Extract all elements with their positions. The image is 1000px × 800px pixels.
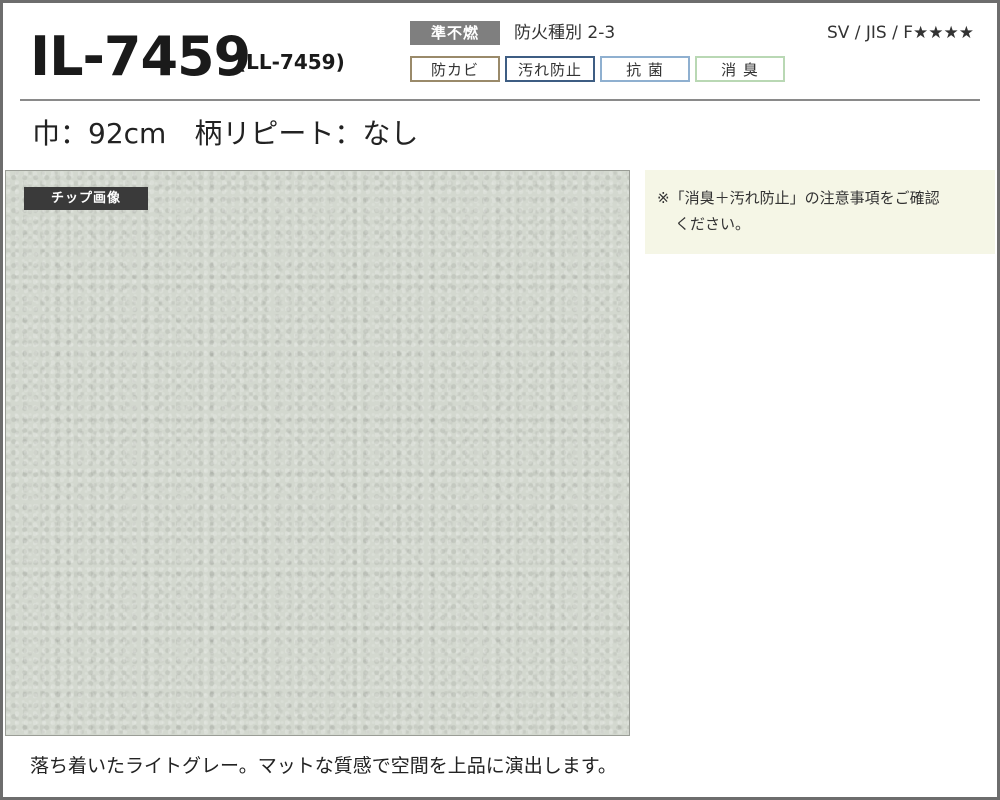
feature-tag-antibacterial: 抗 菌	[600, 56, 690, 82]
feature-tag-stain: 汚れ防止	[505, 56, 595, 82]
repeat-label: 柄リピート：	[194, 117, 363, 150]
repeat-value: なし	[362, 117, 419, 150]
caution-note-line2: ください。	[675, 215, 751, 233]
product-code: IL-7459	[30, 25, 251, 88]
product-code-alt: (LL-7459)	[237, 50, 345, 74]
width-label: 巾：	[32, 117, 89, 150]
caution-note: ※「消臭＋汚れ防止」の注意事項をご確認 ください。	[645, 170, 995, 254]
feature-tag-mold: 防カビ	[410, 56, 500, 82]
product-description: 落ち着いたライトグレー。マットな質感で空間を上品に演出します。	[30, 755, 617, 777]
spec-line: 巾：92cm 柄リピート：なし	[32, 114, 418, 154]
chip-image-label: チップ画像	[24, 187, 148, 210]
fire-rating-badge: 準不燃	[410, 21, 500, 45]
width-value: 92cm	[88, 117, 167, 150]
chip-image: チップ画像	[5, 170, 630, 736]
fire-class: 防火種別 2-3	[514, 23, 616, 43]
certification: SV / JIS / F★★★★	[826, 23, 974, 43]
feature-tag-deodorant: 消 臭	[695, 56, 785, 82]
header-divider	[20, 99, 980, 101]
caution-note-line1: ※「消臭＋汚れ防止」の注意事項をご確認	[657, 189, 940, 207]
